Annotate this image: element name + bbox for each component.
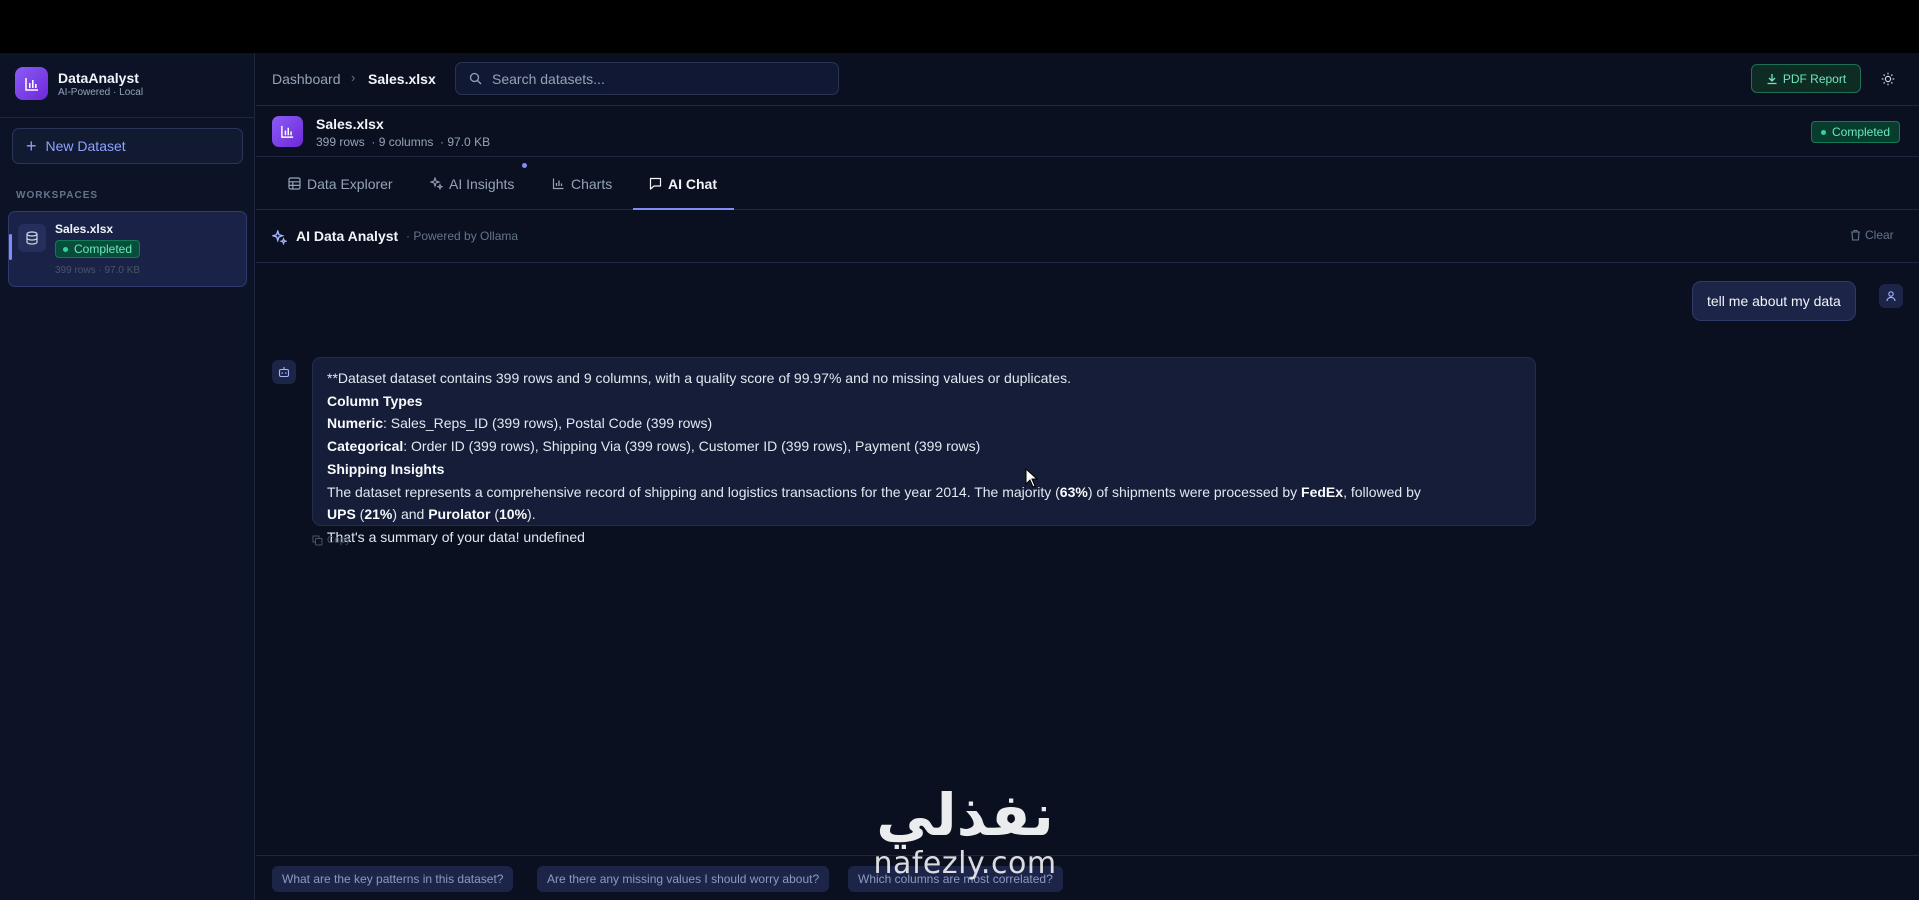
- highlight-value: Purolator: [428, 506, 491, 523]
- download-icon: [1767, 73, 1777, 84]
- highlight-value: 21%: [364, 506, 393, 523]
- categorical-label: Categorical: [327, 438, 404, 455]
- section-heading: Shipping Insights: [327, 460, 445, 477]
- clear-label: Clear: [1865, 228, 1894, 242]
- user-icon: [1879, 284, 1903, 308]
- highlight-value: UPS: [327, 506, 356, 523]
- tab-data-explorer[interactable]: Data Explorer: [288, 157, 393, 210]
- main-panel: Dashboard › Sales.xlsx PDF Report Sales.…: [256, 53, 1919, 900]
- message-line: **Dataset dataset contains 399 rows and …: [327, 370, 1071, 386]
- brand-subtitle: AI-Powered · Local: [58, 86, 144, 98]
- file-meta: 399 rows · 9 columns · 97.0 KB: [316, 135, 491, 149]
- chat-title: AI Data Analyst: [296, 228, 399, 244]
- search-box: [455, 62, 839, 95]
- workspace-meta: 399 rows · 97.0 KB: [55, 265, 141, 276]
- message-text: The dataset represents a comprehensive r…: [327, 483, 1060, 500]
- tab-bar: Data Explorer AI Insights Charts AI Chat: [256, 157, 1919, 210]
- file-name: Sales.xlsx: [316, 116, 384, 132]
- highlight-value: FedEx: [1301, 483, 1344, 500]
- message-line: That's a summary of your data! undefined: [327, 528, 585, 545]
- copy-label: Copy: [327, 535, 351, 546]
- status-badge: Completed: [55, 240, 141, 258]
- database-icon: [18, 224, 46, 252]
- breadcrumb-separator: ›: [351, 70, 356, 85]
- message-text: (: [490, 506, 499, 523]
- message-text: ) of shipments were processed by: [1087, 483, 1302, 500]
- brand-name: DataAnalyst: [58, 69, 139, 86]
- suggestion-chip[interactable]: What are the key patterns in this datase…: [272, 866, 514, 892]
- message-icon: [649, 177, 662, 190]
- brand[interactable]: DataAnalyst AI-Powered · Local: [15, 67, 143, 100]
- active-indicator: [9, 234, 12, 260]
- tab-ai-chat[interactable]: AI Chat: [649, 157, 717, 210]
- numeric-text: : Sales_Reps_ID (399 rows), Postal Code …: [383, 415, 713, 432]
- pdf-report-label: PDF Report: [1782, 71, 1847, 86]
- clear-chat-button[interactable]: Clear: [1850, 228, 1894, 242]
- tab-charts[interactable]: Charts: [552, 157, 612, 210]
- workspace-name: Sales.xlsx: [55, 222, 114, 236]
- chat-powered-by: · Powered by Ollama: [406, 229, 519, 243]
- file-info-bar: Sales.xlsx 399 rows · 9 columns · 97.0 K…: [256, 106, 1919, 157]
- assistant-message: **Dataset dataset contains 399 rows and …: [312, 357, 1536, 545]
- trash-icon: [1851, 229, 1860, 241]
- divider: [256, 855, 1919, 856]
- highlight-value: 10%: [499, 506, 528, 523]
- bar-chart-icon: [15, 67, 48, 100]
- tab-ai-insights[interactable]: AI Insights: [430, 157, 514, 210]
- copy-button[interactable]: Copy: [312, 535, 350, 546]
- plus-icon: +: [26, 136, 37, 156]
- window-top-bar: [0, 0, 1919, 53]
- notification-dot: [522, 163, 527, 168]
- numeric-label: Numeric: [327, 415, 384, 432]
- message-text: ) and: [392, 506, 429, 523]
- bot-icon: [272, 360, 296, 384]
- pdf-report-button[interactable]: PDF Report: [1751, 64, 1861, 93]
- highlight-value: 63%: [1059, 483, 1088, 500]
- sparkles-icon: [430, 177, 443, 190]
- categorical-text: : Order ID (399 rows), Shipping Via (399…: [403, 438, 981, 455]
- table-icon: [288, 177, 301, 190]
- suggestion-chip[interactable]: Which columns are most correlated?: [848, 866, 1063, 892]
- mouse-cursor-icon: [1025, 468, 1039, 488]
- copy-icon: [312, 535, 323, 546]
- message-text: ).: [527, 506, 536, 523]
- search-input[interactable]: [492, 63, 832, 94]
- bar-chart-icon: [272, 116, 303, 147]
- search-icon: [469, 72, 482, 90]
- top-header: Dashboard › Sales.xlsx PDF Report: [256, 53, 1919, 106]
- sidebar: DataAnalyst AI-Powered · Local + New Dat…: [0, 53, 255, 900]
- breadcrumb-dashboard[interactable]: Dashboard: [272, 71, 341, 87]
- suggestion-chip[interactable]: Are there any missing values I should wo…: [537, 866, 830, 892]
- bar-chart-icon: [552, 178, 564, 190]
- chat-header: AI Data Analyst · Powered by Ollama Clea…: [256, 210, 1919, 263]
- new-dataset-button[interactable]: + New Dataset: [12, 128, 243, 164]
- status-badge: Completed: [1811, 121, 1901, 143]
- user-message: tell me about my data: [1692, 281, 1856, 321]
- workspaces-label: WORKSPACES: [16, 190, 99, 201]
- tab-label: AI Insights: [449, 175, 515, 192]
- new-dataset-label: New Dataset: [45, 138, 126, 154]
- sparkles-icon: [272, 230, 287, 245]
- tab-label: AI Chat: [668, 175, 717, 192]
- message-text: , followed by: [1343, 483, 1421, 500]
- tab-label: Charts: [571, 175, 613, 192]
- sun-icon[interactable]: [1876, 67, 1900, 91]
- section-heading: Column Types: [327, 392, 423, 409]
- breadcrumb-current: Sales.xlsx: [368, 71, 436, 87]
- divider: [0, 117, 254, 118]
- workspace-item-sales[interactable]: Sales.xlsx Completed 399 rows · 97.0 KB: [8, 211, 247, 287]
- tab-label: Data Explorer: [307, 175, 393, 192]
